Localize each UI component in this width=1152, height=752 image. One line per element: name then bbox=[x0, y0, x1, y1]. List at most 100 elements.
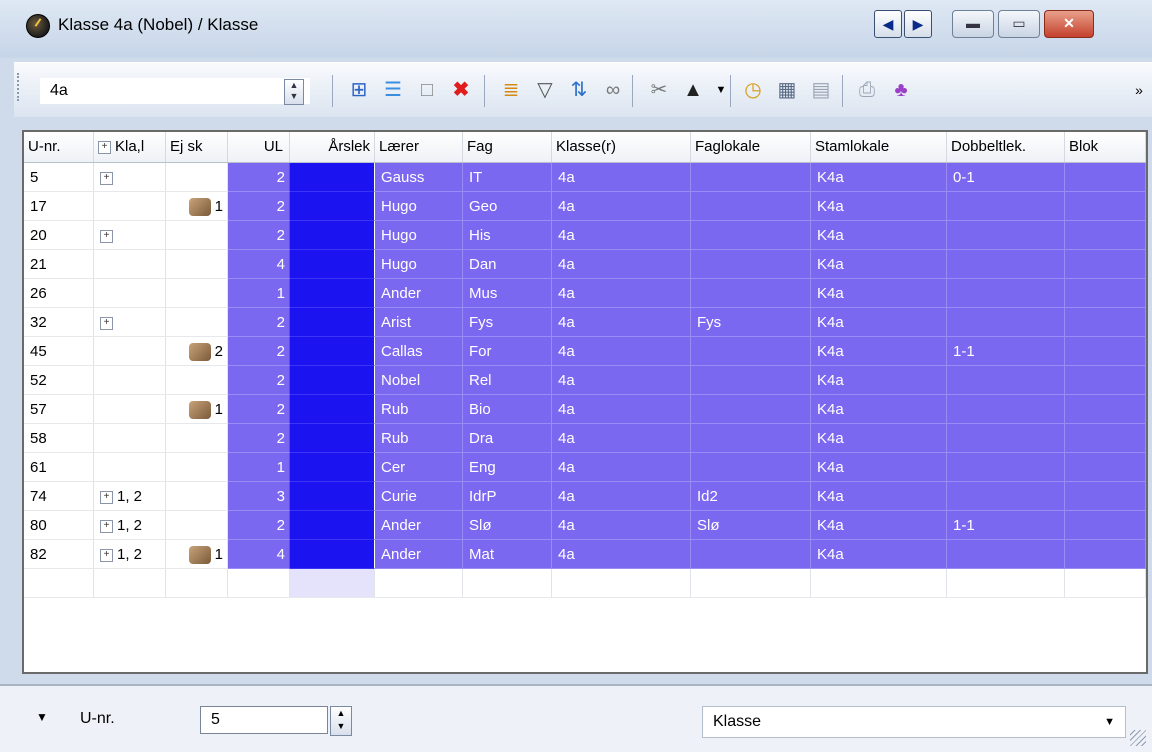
laerer-cell[interactable]: Curie bbox=[375, 482, 463, 511]
laerer-cell[interactable]: Callas bbox=[375, 337, 463, 366]
unr-cell[interactable]: 26 bbox=[24, 279, 94, 308]
arslek-cell[interactable] bbox=[290, 279, 375, 308]
table-row[interactable]: 52 2 Nobel Rel 4a K4a bbox=[24, 366, 1146, 395]
ul-cell[interactable]: 2 bbox=[228, 221, 290, 250]
table-row[interactable]: 17 1 2 Hugo Geo 4a K4a bbox=[24, 192, 1146, 221]
tools-icon[interactable]: ✂ bbox=[646, 77, 672, 103]
arslek-cell[interactable] bbox=[290, 453, 375, 482]
klasse-cell[interactable]: 4a bbox=[552, 221, 691, 250]
table-row[interactable]: 82 +1, 2 1 4 Ander Mat 4a K4a bbox=[24, 540, 1146, 569]
ul-cell[interactable]: 4 bbox=[228, 250, 290, 279]
laerer-cell[interactable]: Hugo bbox=[375, 250, 463, 279]
stamlokale-cell[interactable]: K4a bbox=[811, 540, 947, 569]
fag-cell[interactable]: Eng bbox=[463, 453, 552, 482]
blok-cell[interactable] bbox=[1065, 337, 1146, 366]
fag-cell[interactable]: Geo bbox=[463, 192, 552, 221]
blok-cell[interactable] bbox=[1065, 453, 1146, 482]
klasse-cell[interactable]: 4a bbox=[552, 424, 691, 453]
faglokale-cell[interactable] bbox=[691, 453, 811, 482]
dobbelt-cell[interactable]: 1-1 bbox=[947, 337, 1065, 366]
klasse-cell[interactable]: 4a bbox=[552, 395, 691, 424]
class-spinner[interactable]: ▲ ▼ bbox=[284, 79, 304, 105]
stamlokale-cell[interactable]: K4a bbox=[811, 453, 947, 482]
ul-cell[interactable]: 2 bbox=[228, 337, 290, 366]
expand-icon[interactable]: + bbox=[100, 519, 113, 533]
kla-cell[interactable] bbox=[94, 424, 166, 453]
print-preview-icon[interactable]: ⎙ bbox=[854, 77, 880, 103]
stamlokale-cell[interactable]: K4a bbox=[811, 163, 947, 192]
laerer-cell[interactable]: Gauss bbox=[375, 163, 463, 192]
kla-cell[interactable] bbox=[94, 192, 166, 221]
blok-cell[interactable] bbox=[1065, 424, 1146, 453]
table-row[interactable]: 74 +1, 2 3 Curie IdrP 4a Id2 K4a bbox=[24, 482, 1146, 511]
ej-cell[interactable] bbox=[166, 453, 228, 482]
arslek-cell[interactable] bbox=[290, 540, 375, 569]
faglokale-cell[interactable] bbox=[691, 366, 811, 395]
blok-cell[interactable] bbox=[1065, 511, 1146, 540]
kla-cell[interactable] bbox=[94, 337, 166, 366]
klasse-cell[interactable]: 4a bbox=[552, 511, 691, 540]
ul-cell[interactable]: 4 bbox=[228, 540, 290, 569]
stamlokale-cell[interactable]: K4a bbox=[811, 366, 947, 395]
stamlokale-cell[interactable]: K4a bbox=[811, 192, 947, 221]
next-arrow-icon[interactable]: ▶ bbox=[904, 10, 932, 38]
klasse-cell[interactable]: 4a bbox=[552, 482, 691, 511]
minimize-button[interactable]: ▬ bbox=[952, 10, 994, 38]
table-row[interactable]: 80 +1, 2 2 Ander Slø 4a Slø K4a 1-1 bbox=[24, 511, 1146, 540]
header-ul[interactable]: UL bbox=[228, 132, 290, 162]
faglokale-cell[interactable] bbox=[691, 163, 811, 192]
header-unr[interactable]: U-nr. bbox=[24, 132, 94, 162]
stamlokale-cell[interactable]: K4a bbox=[811, 221, 947, 250]
ej-cell[interactable] bbox=[166, 424, 228, 453]
laerer-cell[interactable]: Rub bbox=[375, 395, 463, 424]
fag-cell[interactable]: His bbox=[463, 221, 552, 250]
kla-cell[interactable] bbox=[94, 279, 166, 308]
empty-cell[interactable] bbox=[375, 569, 463, 598]
arslek-cell[interactable] bbox=[290, 366, 375, 395]
filter-icon[interactable]: ▽ bbox=[532, 77, 558, 103]
ej-cell[interactable]: 1 bbox=[166, 540, 228, 569]
graduation-cap-icon[interactable]: ▲ bbox=[680, 77, 706, 103]
unr-spinner[interactable]: ▲ ▼ bbox=[330, 706, 352, 736]
close-button[interactable]: ✕ bbox=[1044, 10, 1094, 38]
ej-cell[interactable]: 1 bbox=[166, 192, 228, 221]
arslek-cell[interactable] bbox=[290, 192, 375, 221]
faglokale-cell[interactable] bbox=[691, 192, 811, 221]
arslek-cell[interactable] bbox=[290, 250, 375, 279]
fag-cell[interactable]: For bbox=[463, 337, 552, 366]
dobbelt-cell[interactable] bbox=[947, 221, 1065, 250]
fag-cell[interactable]: Rel bbox=[463, 366, 552, 395]
fag-cell[interactable]: Mus bbox=[463, 279, 552, 308]
fag-cell[interactable]: Dra bbox=[463, 424, 552, 453]
faglokale-cell[interactable]: Fys bbox=[691, 308, 811, 337]
laerer-cell[interactable]: Nobel bbox=[375, 366, 463, 395]
ul-cell[interactable]: 2 bbox=[228, 308, 290, 337]
arslek-cell[interactable] bbox=[290, 511, 375, 540]
expand-icon[interactable]: + bbox=[100, 171, 113, 185]
kla-cell[interactable]: +1, 2 bbox=[94, 540, 166, 569]
table-row[interactable]: 20 +2 Hugo His 4a K4a bbox=[24, 221, 1146, 250]
table-row[interactable]: 61 1 Cer Eng 4a K4a bbox=[24, 453, 1146, 482]
dobbelt-cell[interactable] bbox=[947, 424, 1065, 453]
klasse-cell[interactable]: 4a bbox=[552, 453, 691, 482]
kla-cell[interactable]: + bbox=[94, 221, 166, 250]
blok-cell[interactable] bbox=[1065, 163, 1146, 192]
klasse-cell[interactable]: 4a bbox=[552, 337, 691, 366]
ej-cell[interactable] bbox=[166, 163, 228, 192]
klasse-cell[interactable]: 4a bbox=[552, 366, 691, 395]
unr-cell[interactable]: 20 bbox=[24, 221, 94, 250]
empty-cell[interactable] bbox=[463, 569, 552, 598]
laerer-cell[interactable]: Hugo bbox=[375, 221, 463, 250]
arslek-cell[interactable] bbox=[290, 482, 375, 511]
calendar-icon[interactable]: ▦ bbox=[774, 77, 800, 103]
maximize-button[interactable]: ▭ bbox=[998, 10, 1040, 38]
header-dobbelt[interactable]: Dobbeltlek. bbox=[947, 132, 1065, 162]
empty-cell[interactable] bbox=[1065, 569, 1146, 598]
stamlokale-cell[interactable]: K4a bbox=[811, 337, 947, 366]
dobbelt-cell[interactable] bbox=[947, 279, 1065, 308]
dobbelt-cell[interactable] bbox=[947, 453, 1065, 482]
dobbelt-cell[interactable] bbox=[947, 308, 1065, 337]
toolbar-grip[interactable] bbox=[17, 73, 23, 101]
ej-cell[interactable]: 1 bbox=[166, 395, 228, 424]
new-document-icon[interactable]: □ bbox=[414, 77, 440, 103]
